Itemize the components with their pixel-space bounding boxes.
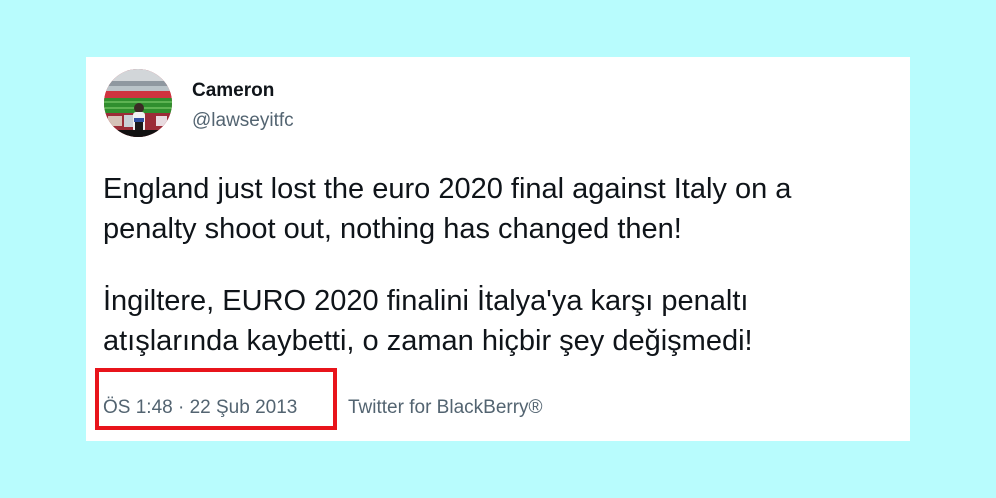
tweet-text-english: England just lost the euro 2020 final ag… <box>103 173 792 245</box>
tweet-source[interactable]: Twitter for BlackBerry® <box>348 396 543 420</box>
avatar[interactable] <box>104 69 172 137</box>
tweet-body: England just lost the euro 2020 final ag… <box>103 169 893 361</box>
tweet-text-turkish: İngiltere, EURO 2020 finalini İtalya'ya … <box>103 285 753 357</box>
tweet-timestamp[interactable]: ÖS 1:48 · 22 Şub 2013 <box>103 397 297 418</box>
tweet-metadata: ÖS 1:48 · 22 Şub 2013 Twitter for BlackB… <box>95 368 543 430</box>
display-name[interactable]: Cameron <box>192 79 274 103</box>
stadium-photo-avatar-icon <box>104 69 172 137</box>
username-handle[interactable]: @lawseyitfc <box>192 109 294 133</box>
tweet-card: Cameron @lawseyitfc England just lost th… <box>86 57 910 441</box>
